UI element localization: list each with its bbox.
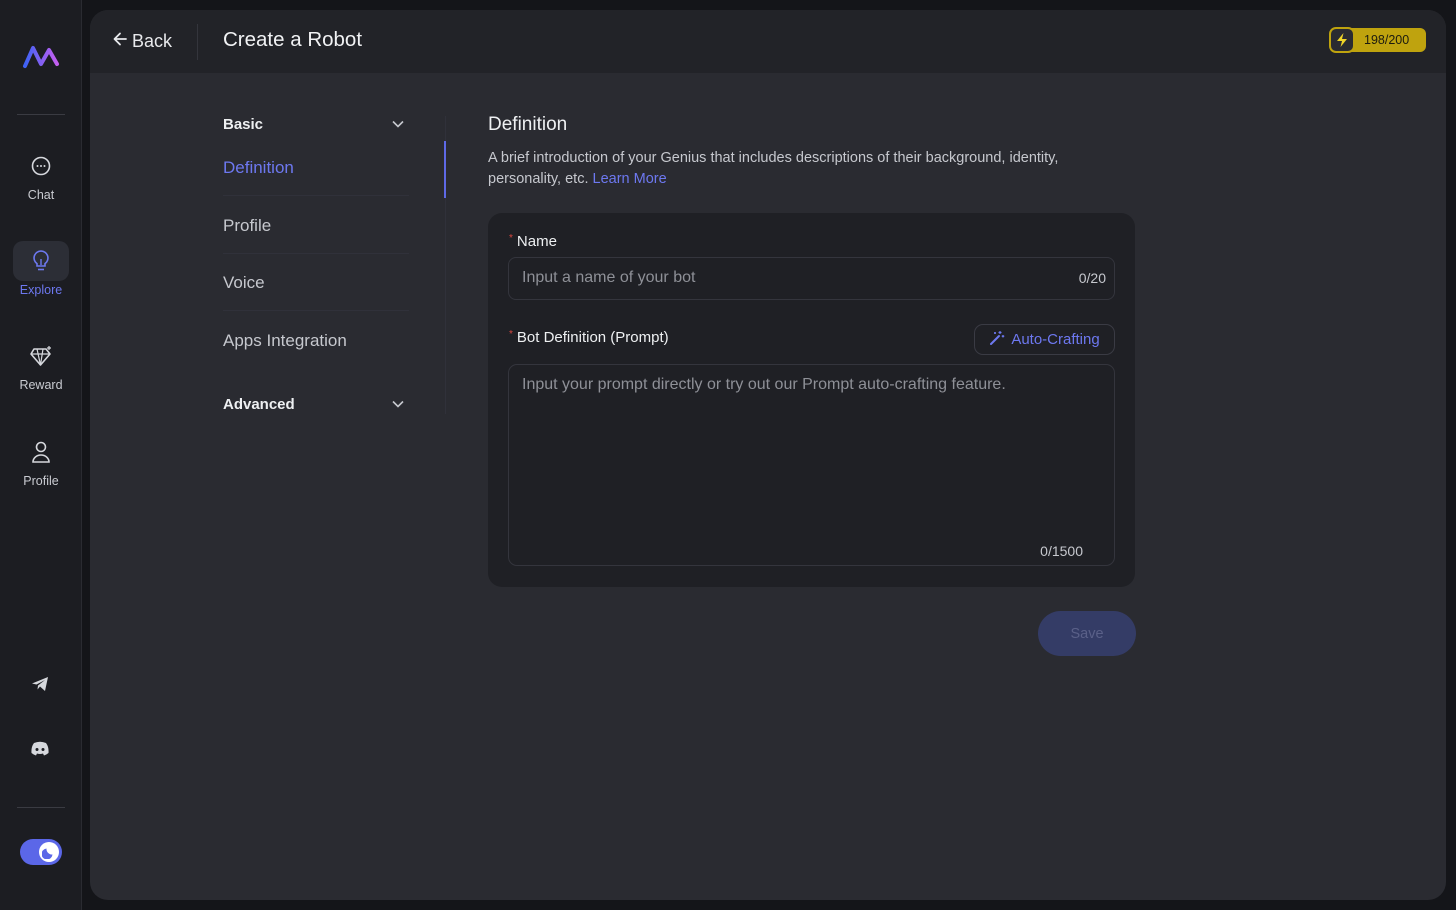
sidebar-item-chat[interactable]: Chat	[12, 146, 70, 218]
sidebar-item-reward[interactable]: Reward	[12, 336, 70, 408]
credits-badge[interactable]: 198/200	[1329, 27, 1426, 53]
definition-section: Definition A brief introduction of your …	[488, 114, 1135, 587]
app-logo[interactable]	[22, 42, 60, 72]
section-item-apps-integration[interactable]: Apps Integration	[223, 312, 409, 369]
section-item-label: Definition	[223, 157, 294, 177]
section-advanced-header[interactable]: Advanced	[223, 392, 405, 416]
auto-crafting-label: Auto-Crafting	[1011, 331, 1100, 348]
theme-toggle[interactable]	[20, 839, 62, 865]
section-item-voice[interactable]: Voice	[223, 254, 409, 311]
telegram-icon[interactable]	[26, 670, 54, 698]
back-button[interactable]: Back	[112, 29, 172, 53]
section-item-profile[interactable]: Profile	[223, 197, 409, 254]
required-marker: *	[509, 329, 513, 340]
name-char-count: 0/20	[1078, 270, 1106, 286]
moon-icon	[39, 842, 59, 862]
section-item-label: Profile	[223, 215, 272, 235]
name-placeholder: Input a name of your bot	[522, 269, 696, 286]
top-bar: Back Create a Robot 198/200	[90, 10, 1446, 73]
sidebar-item-profile[interactable]: Profile	[12, 432, 70, 504]
discord-icon[interactable]	[26, 734, 54, 762]
prompt-textarea[interactable]: Input your prompt directly or try out ou…	[508, 364, 1115, 566]
chat-bubble-icon	[13, 146, 69, 186]
section-description: A brief introduction of your Genius that…	[488, 148, 1088, 190]
section-nav-active-indicator	[444, 141, 446, 198]
sidebar-item-explore[interactable]: Explore	[12, 241, 70, 313]
name-field-label: * Name	[509, 233, 557, 250]
prompt-label-text: Bot Definition (Prompt)	[516, 329, 669, 346]
definition-card: * Name Input a name of your bot 0/20 * Bot…	[488, 213, 1135, 587]
chevron-down-icon	[391, 116, 405, 133]
diamond-icon	[13, 336, 69, 376]
chevron-down-icon	[391, 396, 405, 413]
arrow-left-icon	[112, 31, 128, 52]
prompt-field-label: * Bot Definition (Prompt)	[509, 329, 669, 346]
lightning-icon	[1329, 27, 1355, 53]
sidebar-item-label: Profile	[23, 474, 59, 488]
name-label-text: Name	[516, 233, 557, 250]
save-button[interactable]: Save	[1038, 611, 1136, 656]
name-input[interactable]: Input a name of your bot 0/20	[508, 257, 1115, 300]
prompt-char-count: 0/1500	[1040, 543, 1083, 559]
user-icon	[13, 432, 69, 472]
section-item-label: Apps Integration	[223, 330, 347, 350]
rail-divider	[17, 807, 65, 808]
divider	[223, 195, 409, 196]
divider	[197, 24, 198, 60]
learn-more-link[interactable]: Learn More	[593, 171, 667, 187]
lightbulb-icon	[13, 241, 69, 281]
credits-value: 198/200	[1364, 33, 1410, 47]
description-text: A brief introduction of your Genius that…	[488, 150, 1059, 187]
section-item-definition[interactable]: Definition	[223, 139, 409, 196]
sidebar-item-label: Explore	[19, 283, 63, 297]
left-rail: Chat Explore Reward Profile	[0, 0, 82, 910]
back-label: Back	[132, 30, 173, 51]
section-basic-header[interactable]: Basic	[223, 112, 405, 136]
section-item-label: Voice	[223, 272, 265, 292]
sidebar-item-label: Reward	[19, 378, 63, 392]
sidebar-item-label: Chat	[27, 188, 55, 202]
section-heading: Definition	[488, 114, 568, 135]
main-panel: Back Create a Robot 198/200 Basic Defini…	[90, 10, 1446, 900]
page-title: Create a Robot	[223, 28, 363, 51]
required-marker: *	[509, 233, 513, 244]
auto-crafting-button[interactable]: Auto-Crafting	[974, 324, 1115, 355]
magic-wand-icon	[989, 330, 1005, 350]
section-advanced-label: Advanced	[223, 395, 295, 413]
section-basic-label: Basic	[223, 115, 264, 133]
divider	[223, 310, 409, 311]
rail-divider	[17, 114, 65, 115]
prompt-placeholder: Input your prompt directly or try out ou…	[522, 376, 1006, 393]
